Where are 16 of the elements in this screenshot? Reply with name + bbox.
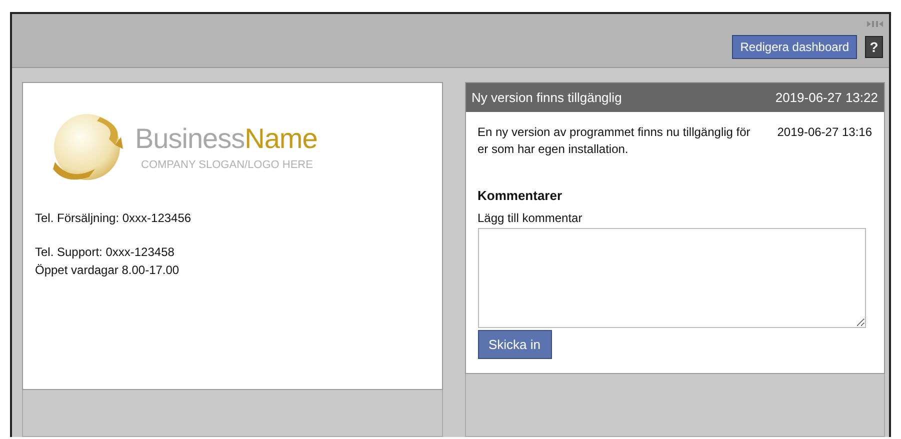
news-message: En ny version av programmet finns nu tillgänglig för er som har egen installation. [478,124,752,158]
comments-heading: Kommentarer [478,188,564,203]
contact-line: Tel. Support: 0xxx-123458 [35,244,176,261]
edit-dashboard-button[interactable]: Redigera dashboard [732,35,857,59]
contact-line: Öppet vardagar 8.00-17.00 [35,262,180,279]
panel-timestamp: 2019-06-27 13:22 [775,90,878,105]
company-slogan: COMPANY SLOGAN/LOGO HERE [141,159,314,171]
panel-title: Ny version finns tillgänglig [472,90,622,105]
help-icon[interactable]: ? [865,36,883,58]
business-name: BusinessName [135,123,318,155]
comment-input-field[interactable] [478,228,866,328]
message-time: 2019-06-27 13:16 [777,124,872,141]
comment-label: Lägg till kommentar [478,211,584,225]
contact-line: Tel. Försäljning: 0xxx-123456 [35,210,192,227]
submit-button[interactable]: Skicka in [478,330,552,359]
collapse-arrows-icon[interactable] [867,20,883,28]
